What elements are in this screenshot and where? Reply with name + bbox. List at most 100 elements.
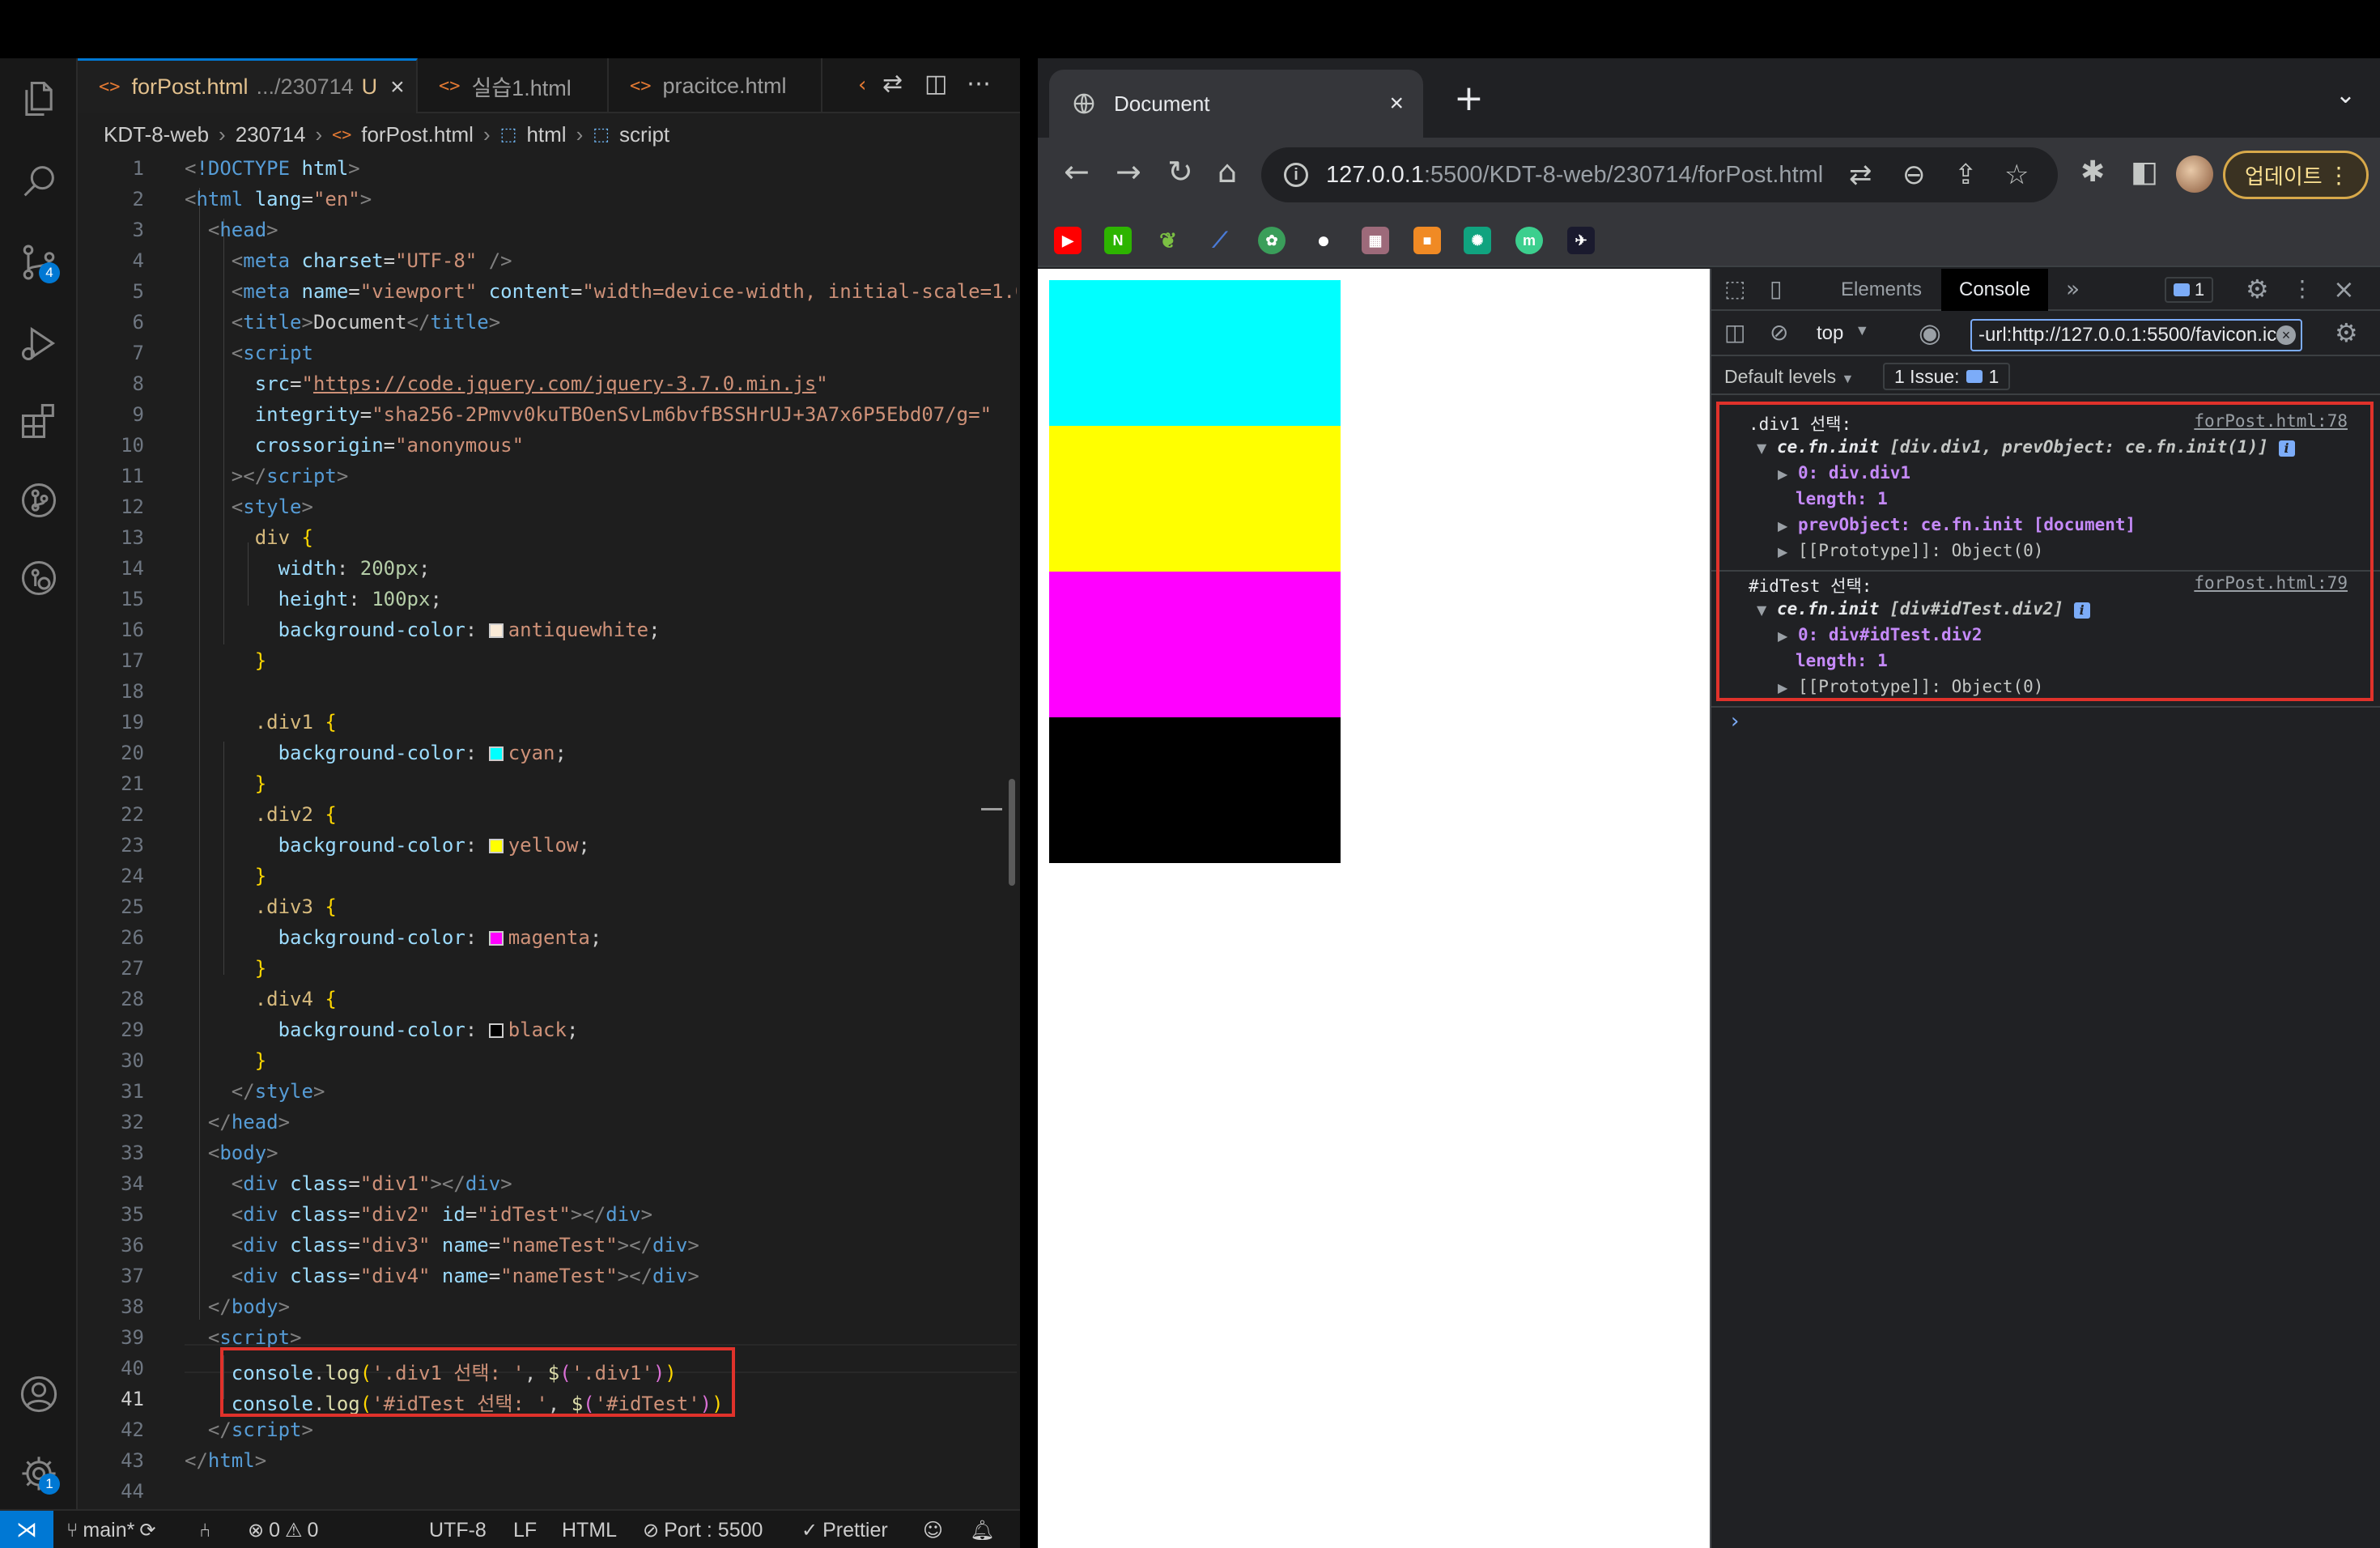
git-graph-icon[interactable] (15, 476, 63, 525)
sidebar-toggle-icon[interactable]: ◫ (1724, 319, 1745, 346)
device-toolbar-icon[interactable]: ▯ (1770, 275, 1782, 302)
color-swatch[interactable] (488, 931, 504, 946)
tab-label: 실습1.html (471, 75, 572, 100)
breadcrumb-item[interactable]: html (526, 122, 566, 147)
feedback-icon[interactable]: ☺ (923, 1511, 943, 1548)
clear-console-icon[interactable]: ⊘ (1770, 319, 1788, 346)
live-server-status[interactable]: ⊘ Port : 5500 (643, 1511, 763, 1548)
box-bookmark-icon[interactable]: ■ (1413, 227, 1441, 254)
tab-forpost[interactable]: <> forPost.html .../230714 U × (78, 58, 418, 113)
address-bar[interactable]: i 127.0.0.1:5500/KDT-8-web/230714/forPos… (1261, 147, 2058, 202)
tab-strip: Document × + ⌄ (1038, 58, 2380, 138)
editor-scrollbar[interactable] (1009, 779, 1015, 886)
notifications-bell-icon[interactable]: 🔔︎ (970, 1511, 994, 1548)
new-tab-icon[interactable]: + (1454, 78, 1484, 119)
run-debug-icon[interactable] (15, 319, 63, 368)
live-expression-eye-icon[interactable]: ◉ (1919, 317, 1941, 348)
more-actions-icon[interactable]: ⋯ (967, 70, 991, 98)
source-control-icon[interactable]: 4 (15, 238, 63, 287)
close-tab-icon[interactable]: × (1389, 90, 1404, 117)
line-number: 2 (132, 188, 144, 211)
line-number: 36 (121, 1234, 144, 1257)
chatgpt-bookmark-icon[interactable]: ✺ (1464, 227, 1491, 254)
youtube-bookmark-icon[interactable]: ▶ (1054, 227, 1082, 254)
split-editor-icon[interactable]: ◫ (924, 70, 947, 98)
menu-kebab-icon[interactable]: ⋮ (2327, 162, 2350, 189)
color-swatch[interactable] (488, 746, 504, 761)
console-settings-icon[interactable]: ⚙ (2335, 317, 2358, 348)
translate-icon[interactable]: ⇄ (1849, 159, 1872, 191)
side-panel-icon[interactable]: ◧ (2131, 155, 2158, 189)
share-icon[interactable]: ⇪ (1954, 159, 1978, 191)
clear-filter-icon[interactable]: × (2276, 325, 2296, 345)
color-swatch[interactable] (488, 1023, 504, 1038)
search-icon[interactable] (15, 157, 63, 206)
browser-tab[interactable]: Document × (1049, 70, 1423, 138)
git-graph-status-icon[interactable]: ⑃ (199, 1511, 210, 1548)
breadcrumb-item[interactable]: script (619, 122, 669, 147)
forward-icon[interactable]: → (1116, 154, 1141, 189)
profile-avatar[interactable] (2176, 155, 2213, 193)
tab-practice1[interactable]: <> 실습1.html (418, 58, 609, 113)
explorer-icon[interactable] (15, 74, 63, 123)
feather-bookmark-icon[interactable]: ⟋ (1206, 227, 1234, 254)
issues-chip[interactable]: 1 (2165, 277, 2213, 303)
plane-bookmark-icon[interactable]: ✈ (1567, 227, 1595, 254)
extensions-puzzle-icon[interactable]: ✱ (2080, 155, 2105, 189)
levels-label: Default levels (1724, 366, 1837, 387)
home-icon[interactable]: ⌂ (1218, 154, 1237, 189)
language-status[interactable]: HTML (562, 1511, 617, 1548)
open-changes-icon[interactable]: ‹ (858, 73, 866, 97)
breadcrumb-item[interactable]: 230714 (236, 122, 306, 147)
update-button[interactable]: 업데이트 ⋮ (2223, 151, 2369, 199)
github-bookmark-icon[interactable]: ● (1310, 227, 1337, 254)
jquery-url-link[interactable]: https://code.jquery.com/jquery-3.7.0.min… (313, 372, 816, 395)
extensions-icon[interactable] (15, 397, 63, 445)
issues-button[interactable]: 1 Issue: 1 (1883, 363, 2011, 390)
code-editor[interactable]: 1 2 3 4 5 6 7 8 9 10 11 12 13 14 15 16 17 18 19 20 21 22 23 24 2… (78, 155, 1017, 1508)
context-selector[interactable]: top ▼ (1817, 322, 1869, 345)
tab-console[interactable]: Console (1941, 269, 2049, 311)
naver-bookmark-icon[interactable]: N (1104, 227, 1132, 254)
url-path: :5500/KDT-8-web/230714/forPost.html (1423, 161, 1824, 188)
tab-description: .../230714 (256, 74, 354, 99)
console-filter-input[interactable]: -url:http://127.0.0.1:5500/favicon.ico × (1970, 319, 2302, 351)
leaf-bookmark-icon[interactable]: ❦ (1154, 227, 1182, 254)
tab-pracitce[interactable]: <> pracitce.html (609, 58, 822, 113)
tab-search-chevron-icon[interactable]: ⌄ (2335, 81, 2356, 109)
remote-icon[interactable]: ⋊ (0, 1511, 53, 1548)
photo-bookmark-icon[interactable]: ▦ (1362, 227, 1389, 254)
prettier-status[interactable]: ✓ Prettier (801, 1511, 888, 1548)
close-icon[interactable]: × (390, 74, 405, 101)
inspect-element-icon[interactable]: ⬚ (1724, 275, 1745, 302)
problems-status[interactable]: ⊗ 0 ⚠ 0 (248, 1511, 318, 1548)
settings-gear-icon[interactable]: ⚙ (2246, 274, 2269, 304)
color-swatch[interactable] (488, 623, 504, 638)
site-info-icon[interactable]: i (1284, 163, 1308, 187)
compare-icon[interactable]: ⇄ (882, 70, 903, 98)
activity-bar: 4 1 (0, 58, 78, 1509)
console-prompt-icon[interactable]: › (1731, 709, 1739, 734)
log-levels-dropdown[interactable]: Default levels ▼ (1724, 366, 1854, 388)
more-tabs-icon[interactable]: » (2066, 275, 2080, 302)
tab-elements[interactable]: Elements (1841, 269, 1922, 311)
settings-gear-icon[interactable]: 1 (15, 1449, 63, 1498)
color-swatch[interactable] (488, 839, 504, 853)
close-devtools-icon[interactable]: × (2333, 274, 2355, 304)
bookmark-star-icon[interactable]: ☆ (2004, 159, 2029, 191)
app-bookmark-icon[interactable]: ✿ (1258, 227, 1286, 254)
git-history-icon[interactable] (15, 554, 63, 602)
breadcrumb-item[interactable]: KDT-8-web (104, 122, 209, 147)
branch-name: main* (83, 1518, 135, 1542)
back-icon[interactable]: ← (1064, 154, 1090, 189)
chrome-window: Document × + ⌄ ← → ↻ ⌂ i 127.0.0.1:5500/… (1038, 58, 2380, 1548)
eol-status[interactable]: LF (513, 1511, 537, 1548)
breadcrumb-item[interactable]: forPost.html (361, 122, 474, 147)
reload-icon[interactable]: ↻ (1167, 154, 1193, 189)
branch-status[interactable]: ⑂ main* ⟳ (66, 1511, 155, 1548)
encoding-status[interactable]: UTF-8 (429, 1511, 487, 1548)
account-icon[interactable] (15, 1370, 63, 1418)
devtools-menu-icon[interactable]: ⋮ (2291, 275, 2314, 302)
m-bookmark-icon[interactable]: m (1515, 227, 1543, 254)
zoom-icon[interactable]: ⊖ (1902, 159, 1926, 191)
